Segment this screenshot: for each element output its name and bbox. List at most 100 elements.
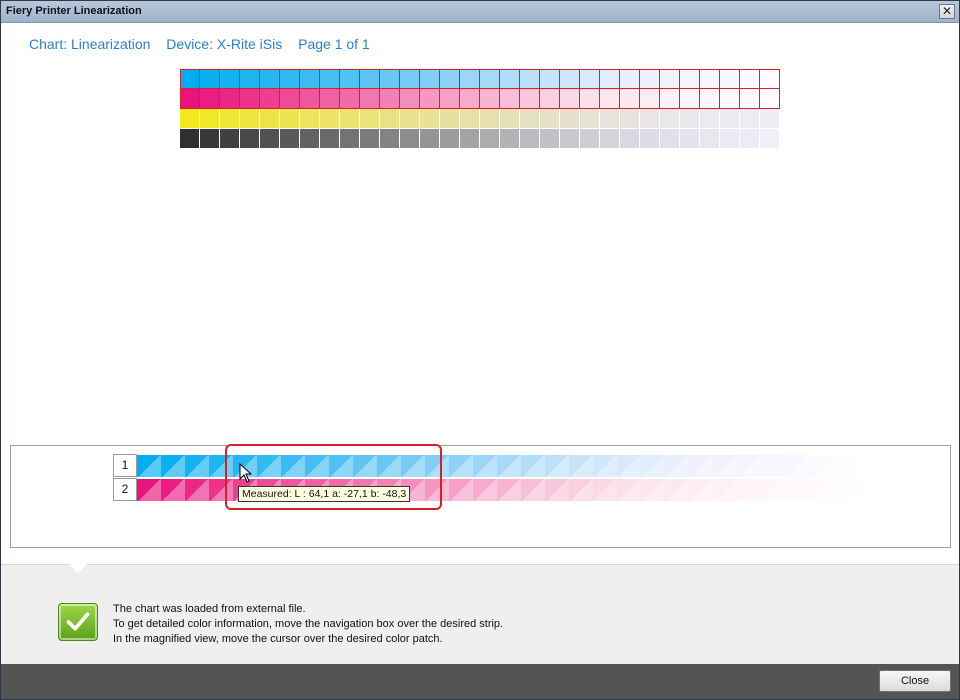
chart-patch [700,109,720,129]
chart-patch [300,69,320,89]
color-patch[interactable] [617,455,641,477]
chart-patch [320,129,340,149]
color-patch[interactable] [545,479,569,501]
chart-patch [740,129,760,149]
color-patch[interactable] [641,479,665,501]
color-patch[interactable] [353,455,377,477]
color-patch[interactable] [161,455,185,477]
color-patch[interactable] [161,479,185,501]
chart-patch [460,89,480,109]
color-patch[interactable] [737,479,761,501]
color-patch[interactable] [785,455,809,477]
color-patch[interactable] [185,479,209,501]
window-title: Fiery Printer Linearization [6,5,142,17]
chart-patch [660,69,680,89]
color-patch[interactable] [473,455,497,477]
color-patch[interactable] [737,455,761,477]
linearization-window: Fiery Printer Linearization ✕ Chart: Lin… [0,0,960,700]
color-patch[interactable] [185,455,209,477]
chart-patch [480,109,500,129]
color-patch[interactable] [425,479,449,501]
chart-name: Chart: Linearization [29,36,151,52]
color-patch[interactable] [809,479,833,501]
chart-patch [620,69,640,89]
chart-patch [240,129,260,149]
chart-patch [460,109,480,129]
chart-patch [360,89,380,109]
color-patch[interactable] [473,479,497,501]
chart-patch [440,129,460,149]
color-patch[interactable] [209,479,233,501]
color-patch[interactable] [449,455,473,477]
chart-patch [200,89,220,109]
chart-row-black [180,129,780,149]
chart-patch [700,129,720,149]
close-button[interactable]: Close [879,670,951,692]
color-patch[interactable] [545,455,569,477]
chart-patch [280,89,300,109]
chart-patch [360,129,380,149]
color-patch[interactable] [809,455,833,477]
color-patch[interactable] [761,479,785,501]
color-patch[interactable] [785,479,809,501]
color-patch[interactable] [713,479,737,501]
color-patch[interactable] [569,455,593,477]
color-patch[interactable] [401,455,425,477]
color-patch[interactable] [593,479,617,501]
color-patch[interactable] [425,455,449,477]
chart-patch [240,69,260,89]
chart-patch [480,129,500,149]
chart-patch [640,89,660,109]
color-patch[interactable] [281,455,305,477]
color-patch[interactable] [521,455,545,477]
chart-patch [440,69,460,89]
color-patch[interactable] [329,455,353,477]
chart-patch [480,89,500,109]
chart-patch [580,89,600,109]
chart-patch [340,129,360,149]
color-patch[interactable] [665,455,689,477]
chart-patch [640,129,660,149]
color-patch[interactable] [689,479,713,501]
chart-patch [720,69,740,89]
chart-row-cyan [180,69,780,89]
color-patch[interactable] [689,455,713,477]
color-patch[interactable] [569,479,593,501]
color-patch[interactable] [713,455,737,477]
message-line-2: To get detailed color information, move … [113,618,504,630]
chart-patch [320,69,340,89]
chart-patch [260,109,280,129]
color-patch[interactable] [209,455,233,477]
color-patch[interactable] [833,479,857,501]
color-patch[interactable] [665,479,689,501]
color-patch[interactable] [497,455,521,477]
color-patch[interactable] [305,455,329,477]
color-patch[interactable] [257,455,281,477]
chart-patch [520,69,540,89]
title-bar[interactable]: Fiery Printer Linearization ✕ [1,1,959,23]
chart-patch [340,69,360,89]
window-close-icon[interactable]: ✕ [939,4,955,19]
chart-patch [600,109,620,129]
color-patch[interactable] [137,455,161,477]
chart-patch [740,89,760,109]
color-patch[interactable] [497,479,521,501]
color-patch[interactable] [377,455,401,477]
color-patch[interactable] [449,479,473,501]
chart-patch [760,69,780,89]
chart-patch [660,109,680,129]
message-line-3: In the magnified view, move the cursor o… [113,633,443,645]
chart-patch [380,69,400,89]
color-patch[interactable] [833,455,857,477]
color-patch[interactable] [137,479,161,501]
color-patch[interactable] [521,479,545,501]
chart-patch [540,109,560,129]
color-patch[interactable] [641,455,665,477]
chart-patch [380,109,400,129]
color-patch[interactable] [617,479,641,501]
color-patch[interactable] [761,455,785,477]
color-chart-overview[interactable] [180,69,780,149]
mouse-cursor-icon [239,463,253,483]
chart-patch [220,69,240,89]
color-patch[interactable] [593,455,617,477]
